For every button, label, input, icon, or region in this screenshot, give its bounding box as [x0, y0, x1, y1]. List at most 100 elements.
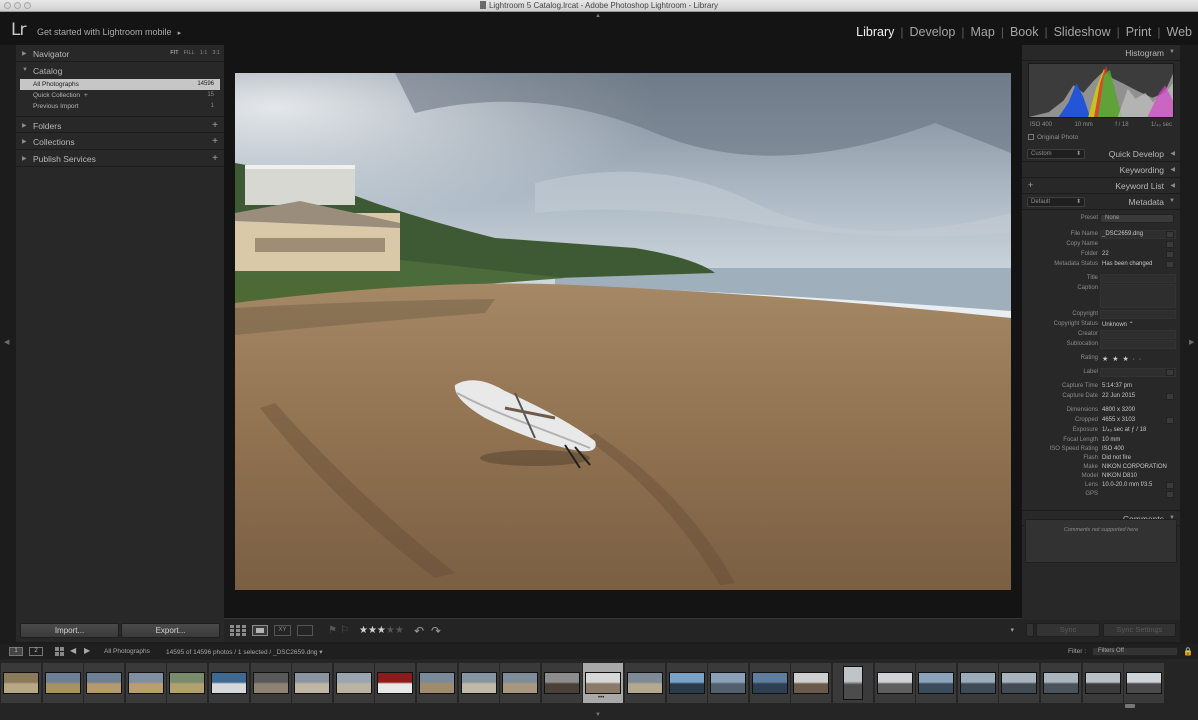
filmstrip-thumbnail[interactable] — [1041, 663, 1081, 703]
filmstrip-thumbnail[interactable] — [375, 663, 415, 703]
survey-view-icon[interactable] — [297, 625, 313, 636]
module-book[interactable]: Book — [1010, 25, 1039, 39]
add-publish-service-button[interactable]: + — [212, 153, 218, 164]
go-arrow-icon[interactable] — [1166, 393, 1174, 400]
lightroom-mobile-link[interactable]: Get started with Lightroom mobile ▸ — [37, 27, 181, 37]
catalog-header[interactable]: ▼ Catalog — [16, 62, 224, 79]
module-print[interactable]: Print — [1126, 25, 1152, 39]
filmstrip-thumbnail[interactable] — [1124, 663, 1164, 703]
go-arrow-icon[interactable] — [1166, 251, 1174, 258]
metadata-view-dropdown[interactable]: Default — [1027, 197, 1085, 207]
zoom-fill[interactable]: FILL — [184, 50, 195, 56]
filmstrip-thumbnail[interactable] — [708, 663, 748, 703]
filmstrip-thumbnail[interactable] — [500, 663, 540, 703]
filmstrip-thumbnail[interactable] — [958, 663, 998, 703]
loupe-view-icon[interactable] — [252, 625, 268, 636]
filmstrip-thumbnail[interactable] — [1, 663, 41, 703]
secondary-window-button[interactable]: 2 — [29, 647, 43, 656]
filmstrip-scrollbar[interactable] — [1125, 704, 1135, 708]
metadata-preset-dropdown[interactable]: None — [1100, 214, 1174, 223]
module-map[interactable]: Map — [971, 25, 995, 39]
catalog-item-all-photographs[interactable]: All Photographs 14596 — [20, 79, 220, 90]
back-arrow-icon[interactable]: ◀ — [70, 646, 76, 655]
collapse-top-panel-icon[interactable]: ▲ — [595, 13, 601, 19]
catalog-item-quick-collection[interactable]: Quick Collection + 15 — [20, 90, 220, 101]
module-develop[interactable]: Develop — [910, 25, 956, 39]
add-keyword-button[interactable]: + — [1028, 180, 1033, 190]
filmstrip-thumbnail-selected[interactable]: ••• — [583, 663, 623, 703]
collections-header[interactable]: ▶ Collections + — [16, 133, 224, 150]
publish-services-header[interactable]: ▶ Publish Services + — [16, 150, 224, 167]
catalog-item-previous-import[interactable]: Previous Import 1 — [20, 101, 220, 112]
main-window-button[interactable]: 1 — [9, 647, 23, 656]
histogram-graph[interactable] — [1028, 63, 1174, 118]
keywording-header[interactable]: Keywording ◀ — [1022, 162, 1180, 178]
original-photo-toggle[interactable]: Original Photo — [1028, 134, 1078, 141]
keyword-list-header[interactable]: + Keyword List ◀ — [1022, 178, 1180, 194]
title-field[interactable] — [1100, 274, 1176, 283]
export-button[interactable]: Export... — [121, 623, 220, 638]
filmstrip-thumbnail[interactable] — [667, 663, 707, 703]
reject-flag-icon[interactable]: ⚐ — [340, 625, 349, 636]
go-arrow-icon[interactable] — [1166, 231, 1174, 238]
filmstrip-thumbnail[interactable] — [251, 663, 291, 703]
filmstrip-thumbnail[interactable] — [334, 663, 374, 703]
grid-view-icon[interactable] — [230, 625, 246, 636]
compare-view-icon[interactable]: XY — [274, 625, 291, 636]
filmstrip-thumbnail[interactable] — [126, 663, 166, 703]
go-arrow-icon[interactable] — [1166, 241, 1174, 248]
rotate-right-icon[interactable]: ↷ — [431, 624, 441, 638]
copyright-field[interactable] — [1100, 310, 1176, 319]
filmstrip-thumbnail[interactable] — [459, 663, 499, 703]
zoom-fit[interactable]: FIT — [170, 50, 178, 56]
grid-icon[interactable] — [55, 647, 64, 656]
pick-flag-icon[interactable]: ⚑ — [328, 625, 337, 636]
filmstrip-source[interactable]: All Photographs — [104, 648, 150, 655]
module-library[interactable]: Library — [856, 25, 894, 39]
go-arrow-icon[interactable] — [1166, 261, 1174, 268]
go-arrow-icon[interactable] — [1166, 491, 1174, 498]
filmstrip-thumbnail[interactable] — [292, 663, 332, 703]
filmstrip-thumbnail[interactable] — [209, 663, 249, 703]
module-slideshow[interactable]: Slideshow — [1054, 25, 1111, 39]
caption-field[interactable] — [1100, 284, 1176, 308]
quick-develop-header[interactable]: Custom Quick Develop ◀ — [1022, 146, 1180, 162]
collapse-left-panel-icon[interactable]: ◀ — [4, 338, 9, 346]
navigator-header[interactable]: ▶ Navigator FIT FILL 1:1 3:1 — [16, 45, 224, 62]
sync-button[interactable]: Sync — [1036, 623, 1100, 637]
histogram-header[interactable]: Histogram ▼ — [1022, 45, 1180, 61]
sublocation-field[interactable] — [1100, 340, 1176, 349]
filmstrip-thumbnail[interactable] — [417, 663, 457, 703]
module-web[interactable]: Web — [1167, 25, 1192, 39]
rotate-left-icon[interactable]: ↶ — [414, 624, 424, 638]
folders-header[interactable]: ▶ Folders + — [16, 116, 224, 133]
filmstrip-status[interactable]: 14595 of 14596 photos / 1 selected / _DS… — [166, 648, 323, 656]
label-field[interactable] — [1100, 368, 1176, 377]
lock-icon[interactable]: 🔒 — [1183, 647, 1193, 656]
filmstrip-thumbnail[interactable] — [750, 663, 790, 703]
quick-develop-preset-dropdown[interactable]: Custom — [1027, 149, 1085, 159]
filmstrip-thumbnail[interactable] — [625, 663, 665, 703]
filmstrip-thumbnail[interactable] — [84, 663, 124, 703]
filmstrip-thumbnail[interactable] — [167, 663, 207, 703]
copyright-status-dropdown[interactable]: Unknown ⌃ — [1102, 321, 1134, 328]
filmstrip-thumbnail[interactable] — [833, 663, 873, 703]
filter-dropdown[interactable]: Filters Off — [1092, 647, 1178, 656]
zoom-1-1[interactable]: 1:1 — [200, 50, 208, 56]
filmstrip-thumbnail[interactable] — [875, 663, 915, 703]
filmstrip-thumbnail[interactable] — [1083, 663, 1123, 703]
sync-settings-button[interactable]: Sync Settings — [1103, 623, 1176, 637]
collapse-right-panel-icon[interactable]: ▶ — [1189, 338, 1194, 346]
filmstrip-thumbnail[interactable] — [916, 663, 956, 703]
creator-field[interactable] — [1100, 330, 1176, 339]
filmstrip-thumbnail[interactable] — [791, 663, 831, 703]
main-photo[interactable] — [235, 73, 1011, 590]
go-arrow-icon[interactable] — [1166, 482, 1174, 489]
rating-stars[interactable]: ★★★★★ — [359, 625, 404, 636]
filmstrip-thumbnail[interactable] — [43, 663, 83, 703]
metadata-header[interactable]: Default Metadata ▼ — [1022, 194, 1180, 210]
filmstrip-thumbnail[interactable] — [542, 663, 582, 703]
import-button[interactable]: Import... — [20, 623, 119, 638]
forward-arrow-icon[interactable]: ▶ — [84, 646, 90, 655]
add-collection-button[interactable]: + — [212, 136, 218, 147]
